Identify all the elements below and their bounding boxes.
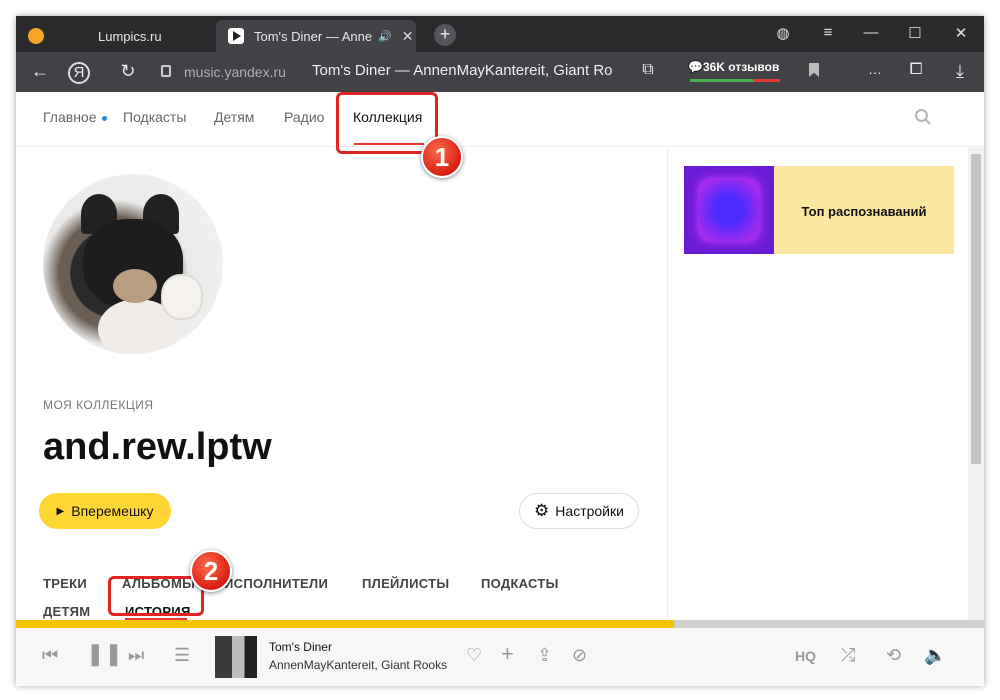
quality-toggle[interactable]: HQ [795, 648, 816, 664]
reload-icon[interactable]: ↻ [116, 61, 140, 82]
shuffle-label: Вперемешку [71, 503, 154, 519]
extension-icon[interactable]: ⧉ [636, 61, 660, 79]
bookmark-icon[interactable] [809, 63, 819, 77]
right-sidebar: Топ распознаваний [667, 148, 967, 628]
username-heading: and.rew.lptw [43, 426, 272, 468]
annotation-badge: 2 [190, 550, 232, 592]
annotation-highlight-box [336, 92, 438, 154]
tab-bar: Lumpics.ru Tom's Diner — AnnenMayKantere… [16, 16, 984, 52]
maximize-icon[interactable]: ☐ [900, 24, 930, 42]
address-bar: ← Я ↻ music.yandex.ru Tom's Diner — Anne… [16, 52, 984, 92]
speaker-icon[interactable]: 🔊 [378, 30, 392, 43]
playlist-icon[interactable]: ☰ [174, 645, 190, 666]
dislike-block-icon[interactable]: ⊘ [572, 645, 587, 666]
back-icon[interactable]: ← [28, 61, 52, 82]
new-indicator-dot [101, 115, 107, 121]
settings-button[interactable]: ⚙ Настройки [519, 493, 639, 529]
collection-main: МОЯ КОЛЛЕКЦИЯ and.rew.lptw ▶ Вперемешку … [16, 148, 666, 628]
new-tab-button[interactable]: + [434, 24, 456, 46]
previous-track-icon[interactable]: ⏮ [42, 645, 58, 666]
reviews-rating-bar [690, 79, 780, 82]
track-artist[interactable]: AnnenMayKantereit, Giant Rooks [269, 658, 447, 672]
yandex-music-favicon-icon [228, 28, 244, 44]
repeat-icon[interactable]: ⟲ [886, 645, 901, 666]
menu-icon[interactable]: ≡ [813, 24, 843, 41]
reviews-label: 36K отзывов [702, 60, 780, 74]
top-recognitions-banner[interactable]: Топ распознаваний [684, 166, 954, 254]
shuffle-icon[interactable]: ⤮ [841, 645, 855, 666]
annotation-badge: 1 [421, 136, 463, 178]
annotation-highlight-box [108, 576, 204, 616]
nav-item-podcasts[interactable]: Подкасты [123, 109, 186, 125]
site-navigation: Главное Подкасты Детям Радио Коллекция [16, 92, 984, 147]
collection-tab-tracks[interactable]: ТРЕКИ [43, 576, 87, 591]
collection-tab-playlists[interactable]: ПЛЕЙЛИСТЫ [362, 576, 449, 591]
playback-progress-bar[interactable] [16, 620, 984, 628]
avatar-shape [113, 269, 157, 303]
collections-icon[interactable]: ⧠ [904, 61, 928, 79]
download-icon[interactable]: ⤓ [948, 61, 972, 82]
nav-item-kids[interactable]: Детям [214, 109, 254, 125]
profile-icon[interactable]: ◍ [768, 24, 798, 42]
url-host[interactable]: music.yandex.ru [184, 64, 286, 80]
section-label: МОЯ КОЛЛЕКЦИЯ [43, 398, 154, 412]
avatar-shape [161, 274, 203, 320]
banner-artwork [684, 166, 774, 254]
play-icon: ▶ [56, 505, 65, 517]
like-heart-icon[interactable]: ♡ [466, 645, 482, 666]
nav-item-radio[interactable]: Радио [284, 109, 324, 125]
tab-yandex-music[interactable]: Tom's Diner — AnnenMayKantereit, Giant R… [216, 20, 416, 52]
tab-label: Tom's Diner — AnnenMayKantereit, Giant R… [254, 28, 372, 44]
player-bar: ⏮ ❚❚ ⏭ ☰ Tom's Diner AnnenMayKantereit, … [16, 628, 984, 686]
lock-icon[interactable] [161, 65, 171, 77]
minimize-icon[interactable]: — [856, 24, 886, 41]
lumpics-favicon-icon [28, 28, 44, 44]
tab-lumpics[interactable]: Lumpics.ru [16, 20, 216, 52]
shuffle-button[interactable]: ▶ Вперемешку [39, 493, 171, 529]
nav-label: Главное [43, 109, 97, 125]
close-window-icon[interactable]: ✕ [946, 24, 976, 42]
volume-icon[interactable]: 🔈 [924, 645, 946, 666]
browser-window: Lumpics.ru Tom's Diner — AnnenMayKantere… [16, 16, 984, 686]
tab-label: Lumpics.ru [98, 28, 162, 44]
collection-tab-artists[interactable]: ИСПОЛНИТЕЛИ [224, 576, 328, 591]
page-scrollbar[interactable] [968, 148, 984, 628]
gear-icon: ⚙ [534, 501, 550, 520]
banner-title: Топ распознаваний [801, 204, 927, 219]
settings-label: Настройки [555, 503, 624, 519]
collection-tab-kids[interactable]: ДЕТЯМ [43, 604, 90, 619]
comment-icon: 💬 [688, 60, 703, 74]
track-title[interactable]: Tom's Diner [269, 640, 332, 654]
next-track-icon[interactable]: ⏭ [128, 645, 144, 666]
collection-tab-podcasts[interactable]: ПОДКАСТЫ [481, 576, 559, 591]
search-icon[interactable] [914, 108, 932, 126]
yandex-logo-icon[interactable]: Я [68, 62, 90, 84]
scrollbar-thumb[interactable] [971, 154, 981, 464]
share-icon[interactable]: ⇪ [537, 645, 552, 666]
add-icon[interactable]: + [501, 641, 514, 667]
nav-item-main[interactable]: Главное [43, 109, 107, 125]
avatar[interactable] [43, 174, 223, 354]
playback-progress-fill [16, 620, 675, 628]
reviews-badge[interactable]: 💬36K отзывов [688, 60, 779, 74]
track-cover[interactable] [215, 636, 257, 678]
url-page-title[interactable]: Tom's Diner — AnnenMayKantereit, Giant R… [312, 62, 612, 79]
close-tab-icon[interactable]: ✕ [402, 28, 414, 45]
more-icon[interactable]: … [863, 61, 887, 77]
pause-icon[interactable]: ❚❚ [86, 641, 123, 667]
